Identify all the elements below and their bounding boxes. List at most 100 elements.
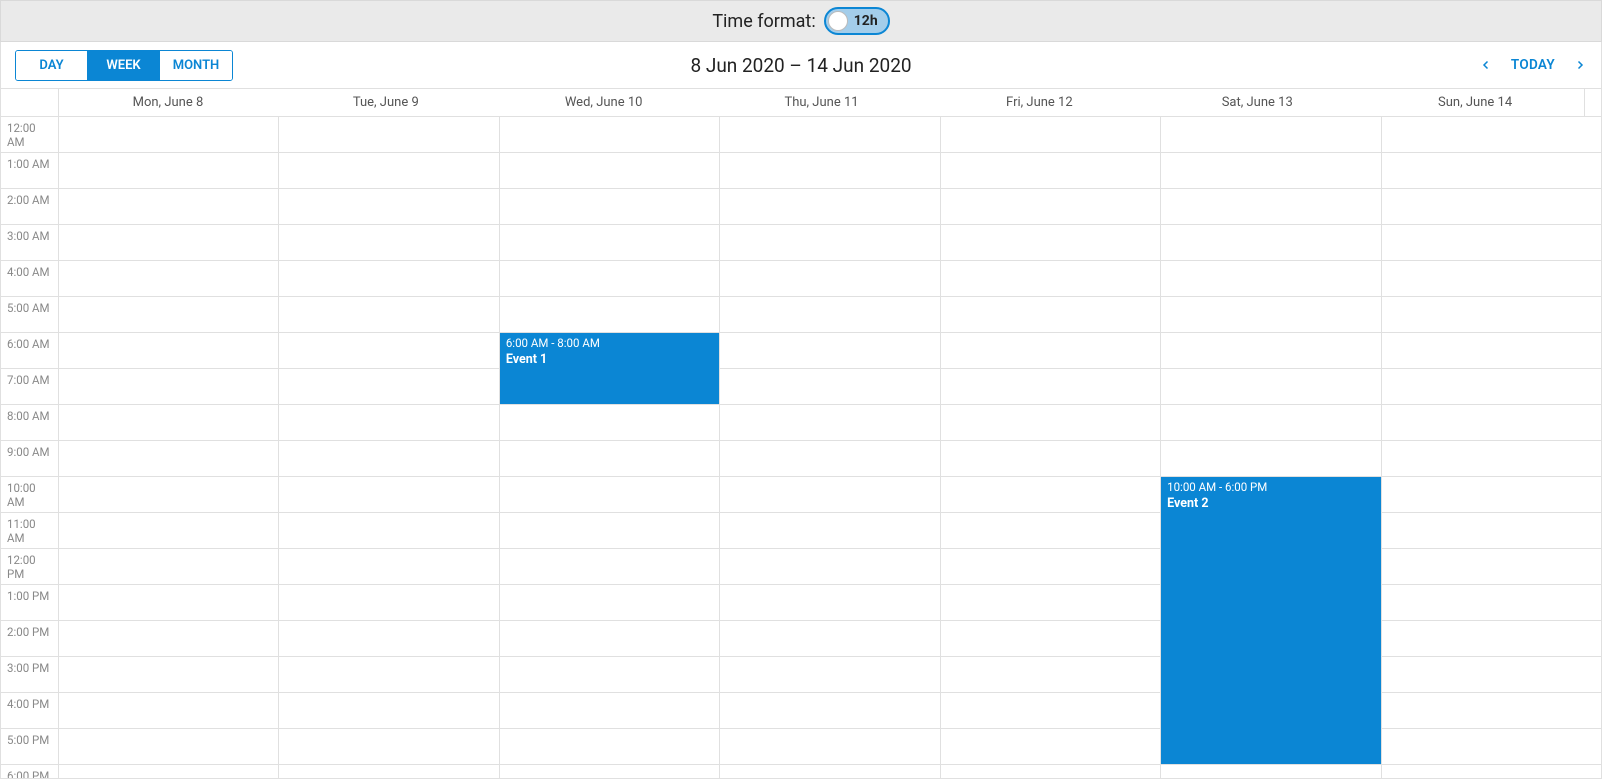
time-cell[interactable] (59, 261, 278, 297)
time-cell[interactable] (941, 153, 1160, 189)
time-cell[interactable] (941, 549, 1160, 585)
time-cell[interactable] (941, 297, 1160, 333)
time-cell[interactable] (500, 621, 719, 657)
time-cell[interactable] (720, 693, 939, 729)
time-cell[interactable] (59, 189, 278, 225)
time-cell[interactable] (279, 405, 498, 441)
time-cell[interactable] (500, 585, 719, 621)
time-cell[interactable] (500, 153, 719, 189)
time-cell[interactable] (500, 261, 719, 297)
prev-arrow-icon[interactable] (1479, 58, 1493, 72)
time-cell[interactable] (941, 513, 1160, 549)
time-cell[interactable] (279, 729, 498, 765)
time-cell[interactable] (1382, 369, 1601, 405)
time-cell[interactable] (720, 729, 939, 765)
time-cell[interactable] (720, 333, 939, 369)
time-cell[interactable] (500, 693, 719, 729)
time-cell[interactable] (1161, 369, 1380, 405)
time-cell[interactable] (279, 477, 498, 513)
time-cell[interactable] (500, 549, 719, 585)
time-cell[interactable] (500, 189, 719, 225)
calendar-event[interactable]: 6:00 AM - 8:00 AMEvent 1 (500, 333, 719, 404)
view-week-button[interactable]: WEEK (88, 51, 160, 80)
time-cell[interactable] (720, 261, 939, 297)
time-cell[interactable] (1382, 297, 1601, 333)
time-cell[interactable] (1382, 513, 1601, 549)
time-cell[interactable] (500, 513, 719, 549)
time-cell[interactable] (279, 333, 498, 369)
time-cell[interactable] (1382, 621, 1601, 657)
time-cell[interactable] (720, 117, 939, 153)
time-cell[interactable] (59, 117, 278, 153)
time-cell[interactable] (279, 693, 498, 729)
day-column[interactable] (1382, 117, 1601, 779)
calendar-grid-scroll[interactable]: 12:00 AM1:00 AM2:00 AM3:00 AM4:00 AM5:00… (0, 117, 1602, 779)
time-cell[interactable] (720, 189, 939, 225)
time-cell[interactable] (279, 117, 498, 153)
time-cell[interactable] (720, 585, 939, 621)
time-cell[interactable] (1382, 729, 1601, 765)
time-cell[interactable] (941, 261, 1160, 297)
time-cell[interactable] (1382, 441, 1601, 477)
time-cell[interactable] (1382, 549, 1601, 585)
time-cell[interactable] (59, 441, 278, 477)
time-cell[interactable] (720, 513, 939, 549)
time-cell[interactable] (941, 441, 1160, 477)
time-cell[interactable] (941, 369, 1160, 405)
time-cell[interactable] (279, 657, 498, 693)
time-cell[interactable] (59, 729, 278, 765)
time-cell[interactable] (59, 621, 278, 657)
next-arrow-icon[interactable] (1573, 58, 1587, 72)
time-cell[interactable] (59, 765, 278, 779)
time-cell[interactable] (720, 549, 939, 585)
time-cell[interactable] (1382, 261, 1601, 297)
day-column[interactable] (720, 117, 940, 779)
time-cell[interactable] (59, 369, 278, 405)
time-cell[interactable] (279, 369, 498, 405)
time-cell[interactable] (59, 477, 278, 513)
day-column[interactable] (941, 117, 1161, 779)
time-cell[interactable] (279, 765, 498, 779)
time-cell[interactable] (500, 729, 719, 765)
day-column[interactable] (59, 117, 279, 779)
time-cell[interactable] (941, 765, 1160, 779)
time-cell[interactable] (59, 405, 278, 441)
time-cell[interactable] (59, 693, 278, 729)
time-cell[interactable] (1382, 585, 1601, 621)
time-cell[interactable] (59, 513, 278, 549)
time-cell[interactable] (1161, 117, 1380, 153)
time-cell[interactable] (941, 621, 1160, 657)
time-cell[interactable] (941, 225, 1160, 261)
time-cell[interactable] (500, 297, 719, 333)
time-cell[interactable] (720, 225, 939, 261)
time-cell[interactable] (1382, 477, 1601, 513)
time-cell[interactable] (1161, 333, 1380, 369)
time-cell[interactable] (941, 657, 1160, 693)
time-cell[interactable] (59, 297, 278, 333)
time-cell[interactable] (1161, 441, 1380, 477)
time-cell[interactable] (59, 153, 278, 189)
time-cell[interactable] (1382, 117, 1601, 153)
time-cell[interactable] (720, 657, 939, 693)
time-cell[interactable] (720, 405, 939, 441)
time-cell[interactable] (500, 477, 719, 513)
time-cell[interactable] (720, 153, 939, 189)
time-cell[interactable] (500, 225, 719, 261)
time-cell[interactable] (720, 621, 939, 657)
time-cell[interactable] (941, 333, 1160, 369)
time-cell[interactable] (720, 441, 939, 477)
time-cell[interactable] (279, 225, 498, 261)
time-cell[interactable] (1161, 297, 1380, 333)
time-cell[interactable] (1161, 765, 1380, 779)
time-cell[interactable] (941, 477, 1160, 513)
time-cell[interactable] (500, 441, 719, 477)
time-cell[interactable] (279, 153, 498, 189)
day-column[interactable] (279, 117, 499, 779)
time-cell[interactable] (279, 513, 498, 549)
time-cell[interactable] (500, 405, 719, 441)
time-cell[interactable] (500, 117, 719, 153)
time-cell[interactable] (1161, 153, 1380, 189)
time-cell[interactable] (720, 297, 939, 333)
day-column[interactable]: 6:00 AM - 8:00 AMEvent 1 (500, 117, 720, 779)
time-cell[interactable] (279, 189, 498, 225)
